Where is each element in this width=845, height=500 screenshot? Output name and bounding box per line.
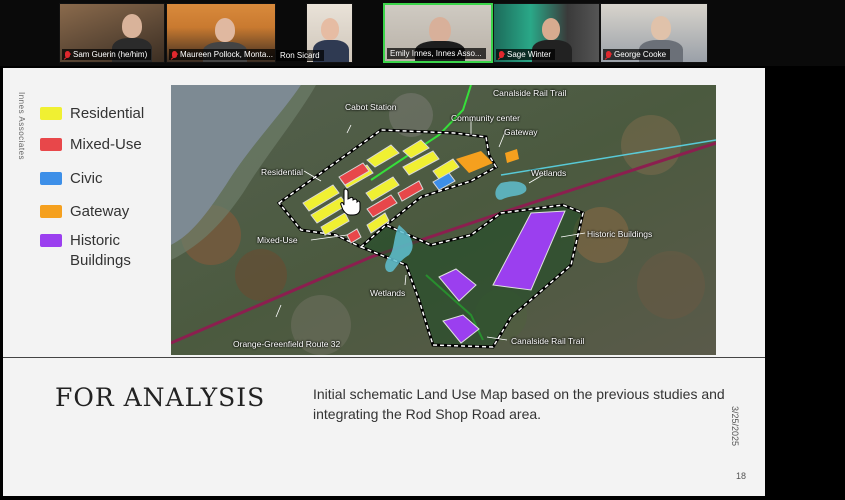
mic-muted-icon xyxy=(65,51,70,58)
legend-label: Civic xyxy=(70,170,103,187)
mic-muted-icon xyxy=(499,51,504,58)
legend-item: Historic Buildings xyxy=(40,231,131,271)
mic-muted-icon xyxy=(172,51,177,58)
legend-label: Historic Buildings xyxy=(70,232,131,269)
legend-swatch xyxy=(40,205,62,218)
participant-tile[interactable]: Maureen Pollock, Monta... xyxy=(166,3,276,63)
map-label: Cabot Station xyxy=(345,102,397,112)
participant-name: Maureen Pollock, Monta... xyxy=(169,49,275,60)
participant-name: Sage Winter xyxy=(496,49,556,60)
participant-tile[interactable]: Sage Winter xyxy=(493,3,600,63)
slide-description: Initial schematic Land Use Map based on … xyxy=(313,386,725,422)
legend-swatch xyxy=(40,234,62,247)
map-label: Gateway xyxy=(504,127,538,137)
participant-name: Sam Guerin (he/him) xyxy=(62,49,152,60)
slide-divider xyxy=(3,357,765,358)
participant-name: Ron Sicard xyxy=(276,50,324,61)
mic-muted-icon xyxy=(606,51,611,58)
shared-slide: Innes Associates Residential Mixed-Use C… xyxy=(3,68,765,496)
legend-swatch xyxy=(40,138,62,151)
map-label: Mixed-Use xyxy=(257,235,298,245)
map-label: Canalside Rail Trail xyxy=(511,336,585,346)
participant-tile-active-speaker[interactable]: Emily Innes, Innes Asso... xyxy=(383,3,493,63)
slide-side-text: Innes Associates xyxy=(17,92,26,161)
slide-date: 3/25/2025 xyxy=(730,406,740,447)
participant-name: Emily Innes, Innes Asso... xyxy=(387,48,486,59)
legend-label: Gateway xyxy=(70,203,130,220)
map-label: Residential xyxy=(261,167,304,177)
participant-strip: Sam Guerin (he/him) Maureen Pollock, Mon… xyxy=(0,0,845,66)
map-drawing xyxy=(171,85,716,355)
legend-label: Mixed-Use xyxy=(70,136,142,153)
map-label: Orange-Greenfield Route 32 xyxy=(233,339,341,349)
legend-item: Civic xyxy=(40,169,103,189)
legend-item: Gateway xyxy=(40,202,129,222)
legend-swatch xyxy=(40,107,62,120)
slide-title: FOR ANALYSIS xyxy=(55,383,266,412)
slide-page-number: 18 xyxy=(736,471,747,481)
participant-tile[interactable]: George Cooke xyxy=(600,3,708,63)
map-label: Historic Buildings xyxy=(587,229,653,239)
map-label: Community center xyxy=(451,113,520,123)
participant-tile[interactable]: Sam Guerin (he/him) xyxy=(59,3,165,63)
legend-swatch xyxy=(40,172,62,185)
legend-label: Residential xyxy=(70,105,145,122)
land-use-map: Canalside Rail Trail Cabot Station Commu… xyxy=(171,85,716,355)
participant-name: George Cooke xyxy=(603,49,671,60)
legend-item: Mixed-Use xyxy=(40,135,142,155)
legend-item: Residential xyxy=(40,104,144,124)
map-label: Wetlands xyxy=(531,168,567,178)
map-label: Wetlands xyxy=(370,288,406,298)
map-label: Canalside Rail Trail xyxy=(493,88,567,98)
